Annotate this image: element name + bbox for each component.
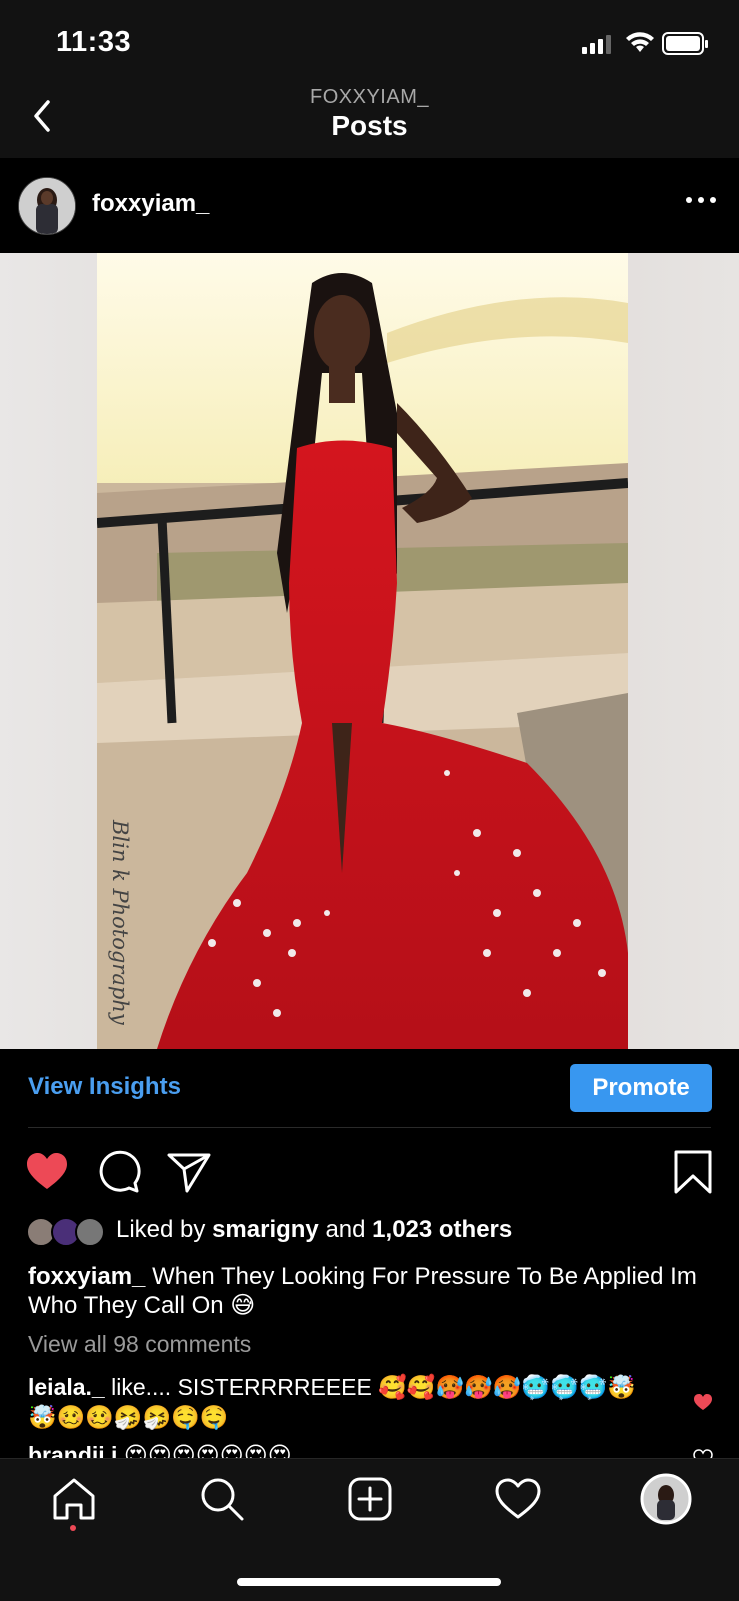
status-time: 11:33 [56,26,132,58]
post-photo[interactable] [97,253,628,1049]
caption-username[interactable]: foxxyiam_ [28,1263,145,1290]
home-icon[interactable] [50,1475,98,1523]
avatar-photo [19,178,75,234]
comment-like-heart-icon[interactable] [693,1393,713,1411]
comment-text: 😍😍😍😍😍😍😍 [123,1442,292,1458]
share-icon[interactable] [166,1149,212,1195]
new-post-icon[interactable] [346,1475,394,1523]
avatar[interactable] [18,177,76,235]
signal-icon [582,35,611,54]
likes-user[interactable]: smarigny [212,1216,319,1243]
comment-username[interactable]: brandii.i [28,1442,117,1458]
account-label: FOXXYIAM_ [310,86,429,108]
liker-avatars [26,1217,105,1247]
wifi-icon [626,32,654,52]
view-all-comments-link[interactable]: View all 98 comments [28,1331,251,1358]
page-title: Posts [331,110,408,141]
photo-watermark: Blin k Photography [108,820,132,1025]
comment-item: brandii.i 😍😍😍😍😍😍😍 [28,1440,648,1458]
profile-avatar-icon[interactable] [640,1473,692,1525]
bookmark-icon[interactable] [670,1149,716,1195]
view-insights-link[interactable]: View Insights [28,1073,181,1101]
home-active-indicator [70,1525,76,1531]
likes-others[interactable]: 1,023 others [372,1216,512,1243]
promote-button[interactable]: Promote [570,1064,712,1112]
likes-and: and [325,1216,366,1243]
battery-icon [662,32,708,55]
comment-item: leiala._ like.... SISTERRRREEEE 🥰🥰🥵🥵🥵🥶🥶🥶… [28,1372,648,1432]
likes-prefix: Liked by [116,1216,206,1243]
like-heart-icon[interactable] [24,1149,70,1195]
divider [28,1127,711,1128]
comment-icon[interactable] [95,1149,141,1195]
home-indicator [237,1578,501,1586]
more-options-icon[interactable] [684,190,718,210]
likes-summary[interactable]: Liked by smarigny and 1,023 others [116,1216,512,1244]
post-caption: foxxyiam_ When They Looking For Pressure… [28,1262,718,1320]
comment-username[interactable]: leiala._ [28,1374,105,1400]
search-icon[interactable] [198,1475,246,1523]
post-username[interactable]: foxxyiam_ [92,190,209,218]
comment-text: like.... SISTERRRREEEE 🥰🥰🥵🥵🥵🥶🥶🥶🤯🤯🥴🥴🤧🤧🤤🤤 [28,1374,636,1430]
activity-heart-icon[interactable] [494,1475,542,1523]
photo-illustration [97,253,628,1049]
